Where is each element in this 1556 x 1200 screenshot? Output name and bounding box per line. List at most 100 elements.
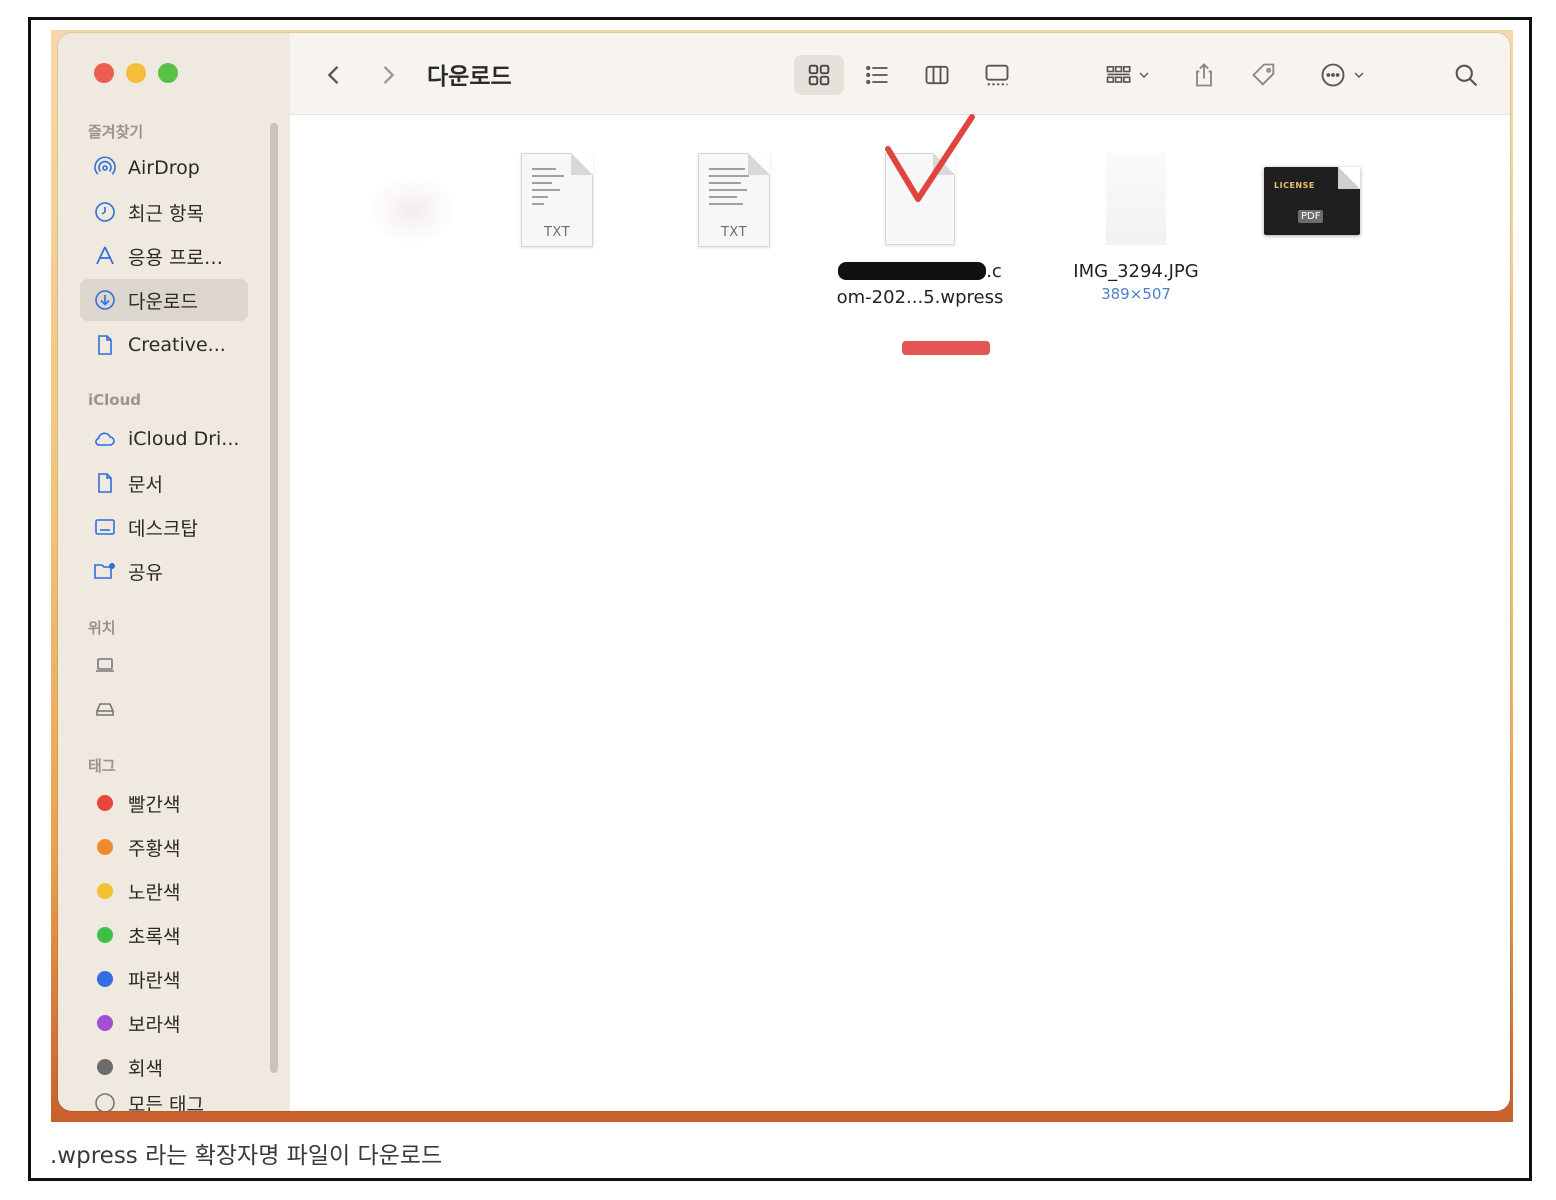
chevron-left-icon [327, 66, 339, 84]
sidebar-item-downloads[interactable]: 다운로드 [80, 279, 248, 321]
sidebar-tag-yellow[interactable]: 노란색 [80, 870, 248, 912]
sidebar-item-documents[interactable]: 문서 [80, 462, 248, 504]
document-icon [92, 470, 118, 496]
chevron-down-icon [1139, 72, 1149, 78]
file-extension-label: TXT [543, 225, 571, 240]
grid-icon [808, 64, 830, 86]
sidebar-item-label: 보라색 [128, 1013, 181, 1036]
close-button[interactable] [94, 63, 114, 83]
image-thumbnail [1106, 153, 1166, 245]
sidebar-item-label: iCloud Dri... [128, 428, 240, 450]
sidebar-item-disk[interactable] [80, 688, 248, 730]
sidebar-item-icloud-drive[interactable]: iCloud Dri... [80, 418, 248, 460]
drive-icon [92, 696, 118, 722]
file-extension-label: TXT [720, 225, 748, 240]
share-button[interactable] [1184, 55, 1224, 95]
sidebar-item-creative[interactable]: Creative... [80, 324, 248, 366]
green-tag-icon [92, 922, 118, 948]
gray-tag-icon [92, 1054, 118, 1080]
sidebar-item-mac[interactable] [80, 644, 248, 686]
sidebar-item-label: Creative... [128, 334, 226, 356]
sidebar-tag-orange[interactable]: 주황색 [80, 826, 248, 868]
caption-text: .wpress 라는 확장자명 파일이 다운로드 [50, 1143, 443, 1169]
locations-header: 위치 [88, 619, 116, 637]
sidebar-item-applications[interactable]: 응용 프로… [80, 235, 248, 277]
file-item-txt-1[interactable]: TXT [467, 153, 647, 247]
pdf-badge: PDF [1298, 210, 1324, 223]
sidebar-item-label: 파란색 [128, 969, 181, 992]
sidebar-item-label: 노란색 [128, 881, 181, 904]
list-view-button[interactable] [854, 55, 900, 95]
sidebar-item-shared[interactable]: 공유 [80, 550, 248, 592]
ellipsis-circle-icon [1321, 63, 1345, 87]
sidebar-item-recents[interactable]: 최근 항목 [80, 191, 248, 233]
download-icon [92, 287, 118, 313]
sidebar-item-label: AirDrop [128, 157, 200, 179]
file-item-pdf[interactable]: LICENSE PDF [1222, 153, 1402, 235]
airdrop-icon [92, 155, 118, 181]
sidebar-tag-gray[interactable]: 회색 [80, 1046, 248, 1088]
back-button[interactable] [316, 55, 352, 95]
document-icon [92, 332, 118, 358]
file-name: .c om-202...5.wpress [836, 261, 1004, 308]
file-item-wpress[interactable]: .c om-202...5.wpress [820, 114, 1020, 355]
sidebar-item-label: 데스크탑 [128, 517, 198, 540]
sidebar-item-label: 문서 [128, 473, 163, 496]
group-by-button[interactable] [1096, 55, 1160, 95]
forward-button[interactable] [370, 55, 406, 95]
desktop-icon [92, 514, 118, 540]
file-item-txt-2[interactable]: TXT [644, 153, 824, 247]
sidebar-tag-green[interactable]: 초록색 [80, 914, 248, 956]
red-highlight-mark [902, 341, 990, 355]
laptop-icon [92, 652, 118, 678]
tag-button[interactable] [1244, 55, 1284, 95]
clock-icon [92, 199, 118, 225]
file-item-img[interactable]: IMG_3294.JPG 389×507 [1046, 153, 1226, 303]
cloud-icon [92, 426, 118, 452]
sidebar-item-label: 주황색 [128, 837, 181, 860]
purple-tag-icon [92, 1010, 118, 1036]
sidebar-tag-purple[interactable]: 보라색 [80, 1002, 248, 1044]
chevron-right-icon [383, 66, 395, 84]
sidebar-tag-blue[interactable]: 파란색 [80, 958, 248, 1000]
sidebar-item-label: 초록색 [128, 925, 181, 948]
sidebar: 즐겨찾기 AirDrop 최근 항목 응용 프로… 다운로드 Creative.… [58, 33, 290, 1111]
sidebar-item-label: 빨간색 [128, 793, 181, 816]
blue-tag-icon [92, 966, 118, 992]
more-actions-button[interactable] [1312, 55, 1374, 95]
share-icon [1196, 63, 1212, 87]
sidebar-item-label: 다운로드 [128, 290, 198, 313]
list-icon [866, 65, 888, 85]
red-tag-icon [92, 790, 118, 816]
checkmark-annotation-icon [885, 114, 975, 202]
zoom-button[interactable] [158, 63, 178, 83]
txt-file-icon: TXT [698, 153, 770, 247]
sidebar-item-all-tags[interactable]: 모든 태그 [80, 1090, 248, 1111]
column-view-button[interactable] [914, 55, 960, 95]
applications-icon [92, 243, 118, 269]
window-title: 다운로드 [427, 64, 512, 90]
orange-tag-icon [92, 834, 118, 860]
search-icon [1455, 64, 1478, 87]
pdf-thumb-title: LICENSE [1274, 181, 1315, 190]
gallery-view-button[interactable] [974, 55, 1020, 95]
sidebar-item-airdrop[interactable]: AirDrop [80, 147, 248, 189]
icon-view-button[interactable] [794, 55, 844, 95]
icloud-header: iCloud [88, 391, 142, 409]
shared-folder-icon [92, 558, 118, 584]
window-controls [94, 63, 178, 83]
sidebar-scrollbar[interactable] [270, 123, 278, 1073]
txt-file-icon: TXT [521, 153, 593, 247]
sidebar-item-label: 응용 프로… [128, 246, 223, 269]
sidebar-tag-red[interactable]: 빨간색 [80, 782, 248, 824]
sidebar-item-label: 공유 [128, 561, 163, 584]
favorites-header: 즐겨찾기 [88, 123, 144, 141]
minimize-button[interactable] [126, 63, 146, 83]
finder-window: 즐겨찾기 AirDrop 최근 항목 응용 프로… 다운로드 Creative.… [58, 33, 1510, 1111]
search-button[interactable] [1446, 55, 1486, 95]
gallery-icon [985, 64, 1009, 86]
sidebar-item-desktop[interactable]: 데스크탑 [80, 506, 248, 548]
screenshot-frame: 즐겨찾기 AirDrop 최근 항목 응용 프로… 다운로드 Creative.… [28, 17, 1532, 1181]
image-dimensions: 389×507 [1101, 285, 1171, 303]
sidebar-item-label: 모든 태그 [128, 1094, 204, 1111]
